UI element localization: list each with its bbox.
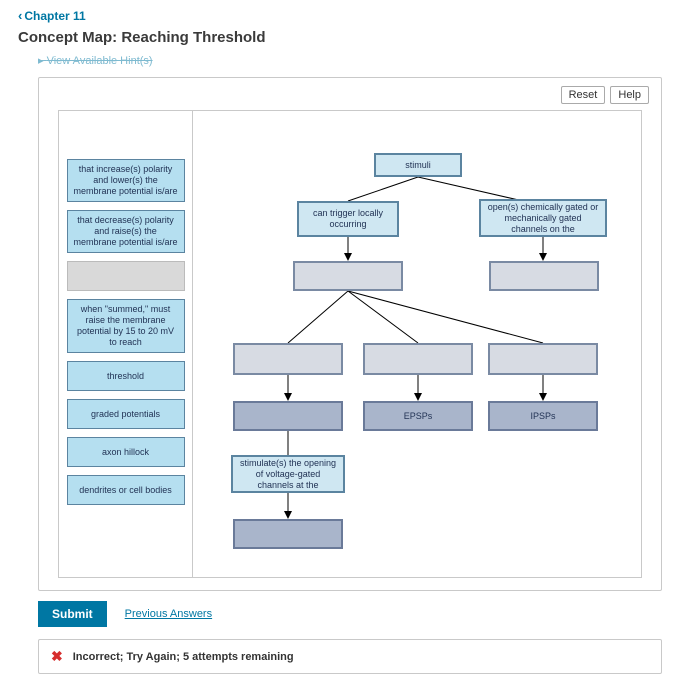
- concept-map-stage: that increase(s) polarity and lower(s) t…: [58, 110, 642, 578]
- node-open-channels[interactable]: open(s) chemically gated or mechanically…: [479, 199, 607, 237]
- reset-button[interactable]: Reset: [561, 86, 606, 104]
- arrow-right-icon: ▸: [38, 55, 44, 67]
- drop-slot[interactable]: [363, 343, 473, 375]
- palette-tile[interactable]: when "summed," must raise the membrane p…: [67, 299, 185, 353]
- palette-tile-empty[interactable]: [67, 261, 185, 291]
- drop-slot[interactable]: [233, 519, 343, 549]
- node-trigger[interactable]: can trigger locally occurring: [297, 201, 399, 237]
- hints-toggle[interactable]: ▸ View Available Hint(s): [0, 54, 700, 71]
- drop-slot[interactable]: [233, 343, 343, 375]
- activity-panel: Reset Help that increase(s) polarity and…: [38, 77, 662, 591]
- drop-slot[interactable]: [488, 343, 598, 375]
- concept-map-canvas: stimuli can trigger locally occurring op…: [193, 111, 643, 579]
- footer-actions: Submit Previous Answers: [38, 601, 662, 627]
- palette-tile[interactable]: threshold: [67, 361, 185, 391]
- chapter-back-link[interactable]: ‹Chapter 11: [0, 0, 700, 25]
- palette-tile[interactable]: that increase(s) polarity and lower(s) t…: [67, 159, 185, 202]
- node-stimuli[interactable]: stimuli: [374, 153, 462, 177]
- chevron-left-icon: ‹: [18, 8, 22, 23]
- help-button[interactable]: Help: [610, 86, 649, 104]
- submit-button[interactable]: Submit: [38, 601, 107, 627]
- tile-palette: that increase(s) polarity and lower(s) t…: [59, 111, 193, 577]
- node-ipsps[interactable]: IPSPs: [488, 401, 598, 431]
- hints-label: View Available Hint(s): [47, 55, 153, 67]
- drop-slot[interactable]: [293, 261, 403, 291]
- chapter-label: Chapter 11: [24, 9, 85, 23]
- drop-slot[interactable]: [233, 401, 343, 431]
- page-title: Concept Map: Reaching Threshold: [0, 25, 700, 54]
- node-stimulate[interactable]: stimulate(s) the opening of voltage-gate…: [231, 455, 345, 493]
- palette-tile[interactable]: that decrease(s) polarity and raise(s) t…: [67, 210, 185, 253]
- palette-tile[interactable]: dendrites or cell bodies: [67, 475, 185, 505]
- palette-tile[interactable]: graded potentials: [67, 399, 185, 429]
- drop-slot[interactable]: [489, 261, 599, 291]
- panel-toolbar: Reset Help: [49, 86, 651, 110]
- previous-answers-link[interactable]: Previous Answers: [125, 608, 212, 620]
- palette-tile[interactable]: axon hillock: [67, 437, 185, 467]
- node-epsps[interactable]: EPSPs: [363, 401, 473, 431]
